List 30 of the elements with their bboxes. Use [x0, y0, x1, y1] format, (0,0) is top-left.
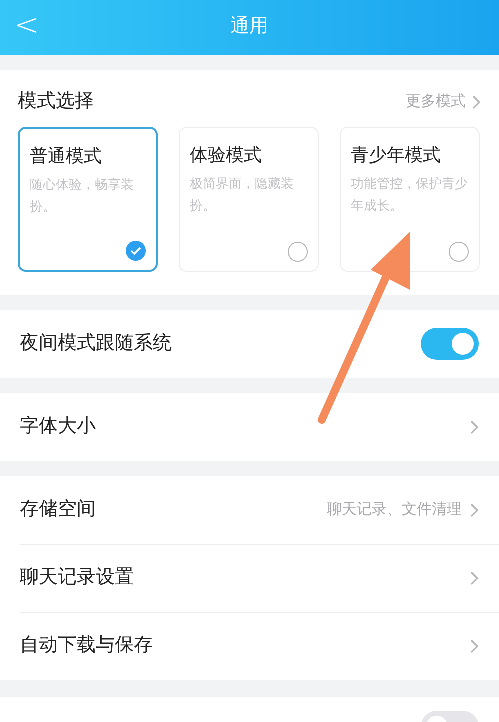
- row-label: 自动下载与保存: [20, 634, 153, 658]
- mode-card[interactable]: 体验模式 极简界面，隐藏装扮。: [179, 127, 319, 272]
- row-label: 聊天记录设置: [20, 566, 134, 590]
- mode-description: 随心体验，畅享装扮。: [30, 176, 135, 216]
- page-title: 通用: [230, 15, 268, 40]
- settings-row[interactable]: 夜间模式跟随系统: [0, 310, 499, 378]
- row-label: 存储空间: [20, 498, 96, 522]
- settings-row[interactable]: 聊天记录设置: [20, 544, 499, 612]
- mode-description: 功能管控，保护青少年成长。: [351, 175, 469, 215]
- settings-row[interactable]: 存储空间 聊天记录、文件清理: [0, 476, 499, 544]
- toggle-switch[interactable]: [421, 328, 479, 360]
- chevron-icon: [470, 571, 479, 586]
- row-label: 夜间模式跟随系统: [20, 332, 172, 356]
- settings-row[interactable]: 自动下载与保存: [20, 612, 499, 680]
- row-value: 聊天记录、文件清理: [327, 500, 462, 520]
- check-icon: [126, 241, 146, 261]
- chevron-icon: [470, 420, 479, 434]
- chevron-icon: [470, 502, 479, 518]
- mode-title: 体验模式: [190, 144, 263, 167]
- row-label: 字体大小: [20, 414, 96, 439]
- chevron-icon: [470, 639, 479, 654]
- settings-row[interactable]: 字体大小: [0, 393, 499, 461]
- section-title: 模式选择: [18, 90, 94, 114]
- mode-title: 青少年模式: [351, 144, 442, 167]
- mode-card[interactable]: 普通模式 随心体验，畅享装扮。: [18, 127, 158, 272]
- mode-description: 极简界面，隐藏装扮。: [190, 175, 295, 215]
- chevron-icon: [472, 94, 481, 110]
- radio-icon: [288, 242, 308, 262]
- mode-title: 普通模式: [30, 145, 103, 168]
- radio-icon: [449, 242, 469, 262]
